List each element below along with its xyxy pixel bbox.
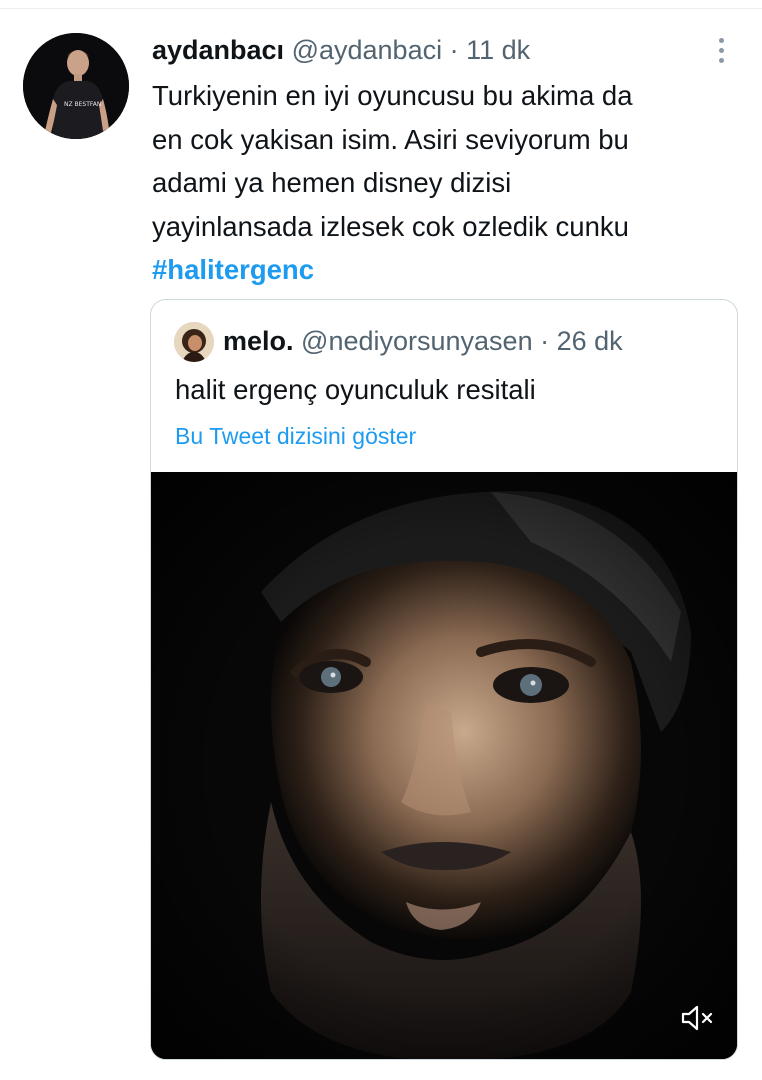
volume-muted-icon[interactable] [677, 1001, 717, 1035]
svg-text:NZ BESTFAN: NZ BESTFAN [64, 101, 101, 108]
author-handle[interactable]: @aydanbaci [292, 35, 443, 65]
quoted-author-name[interactable]: melo. [223, 326, 294, 356]
tweet-text-line: adami ya hemen disney dizisi [152, 167, 512, 198]
tweet-header: aydanbacı @aydanbaci · 11 dk [152, 34, 530, 66]
quoted-avatar-photo [174, 322, 214, 362]
quoted-tweet-header: melo. @nediyorsunyasen · 26 dk [223, 324, 623, 358]
avatar-photo: NZ BESTFAN [23, 33, 129, 139]
separator-dot: · [540, 326, 550, 356]
separator-dot: · [449, 35, 459, 65]
tweet-text-line: Turkiyenin en iyi oyuncusu bu akima da [152, 80, 633, 111]
tweet-text: Turkiyenin en iyi oyuncusu bu akima da e… [152, 74, 742, 292]
video-frame [151, 472, 737, 1059]
author-name[interactable]: aydanbacı [152, 35, 284, 65]
hashtag-link[interactable]: #halitergenc [152, 248, 742, 292]
tweet-text-line: en cok yakisan isim. Asiri seviyorum bu [152, 123, 629, 155]
quoted-author-avatar[interactable] [174, 322, 214, 362]
tweet-text-line: yayinlansada izlesek cok ozledik cunku [152, 210, 629, 242]
more-options-icon[interactable] [706, 30, 736, 70]
quoted-tweet-text: halit ergenç oyunculuk resitali [175, 374, 536, 405]
author-avatar[interactable]: NZ BESTFAN [23, 33, 129, 139]
quoted-tweet[interactable]: melo. @nediyorsunyasen · 26 dk halit erg… [150, 299, 738, 1060]
quoted-tweet-time[interactable]: 26 dk [557, 326, 623, 356]
top-divider [0, 8, 762, 9]
quoted-author-handle[interactable]: @nediyorsunyasen [301, 326, 533, 356]
video-thumbnail[interactable] [151, 472, 737, 1059]
tweet-time[interactable]: 11 dk [466, 35, 530, 65]
show-thread-link[interactable]: Bu Tweet dizisini göster [175, 421, 416, 451]
